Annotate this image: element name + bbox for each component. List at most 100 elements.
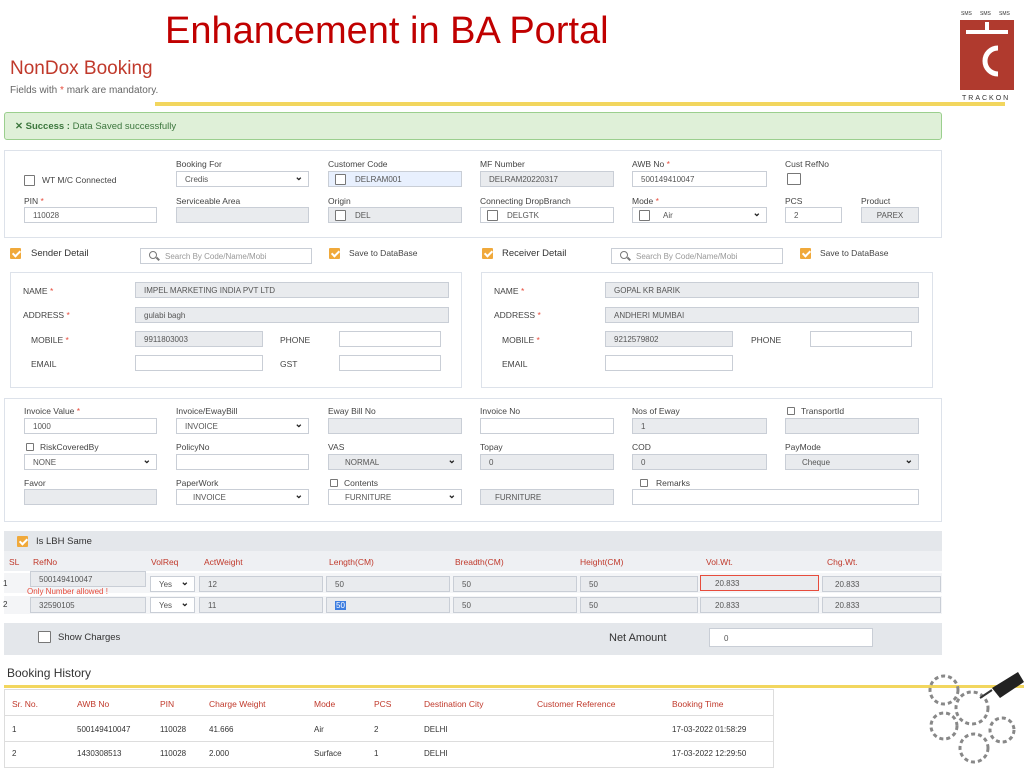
- form-title: NonDox Booking: [10, 58, 153, 79]
- booking-for-select[interactable]: Credis ⌄: [176, 171, 309, 187]
- receiver-phone-field[interactable]: [810, 331, 912, 347]
- paymode-select[interactable]: Cheque ⌄: [785, 454, 919, 470]
- topay-field[interactable]: 0: [480, 454, 614, 470]
- contents-select[interactable]: FURNITURE ⌄: [328, 489, 462, 505]
- wt-connected-checkbox[interactable]: [24, 175, 35, 186]
- hist-r1-pcs: 2: [374, 725, 379, 734]
- awb-field[interactable]: 500149410047: [632, 171, 767, 187]
- invoice-value-label: Invoice Value *: [24, 406, 80, 416]
- contents-checkbox[interactable]: [330, 479, 338, 487]
- risk-select[interactable]: NONE ⌄: [24, 454, 157, 470]
- sender-address-field[interactable]: gulabi bagh: [135, 307, 449, 323]
- row2-length-field[interactable]: 50: [326, 597, 450, 613]
- sender-save-db-checkbox[interactable]: [329, 248, 340, 259]
- col-length: Length(CM): [329, 557, 374, 567]
- mf-number-field[interactable]: DELRAM20220317: [480, 171, 614, 187]
- receiver-checkbox[interactable]: [482, 248, 493, 259]
- row2-act-field[interactable]: 11: [199, 597, 323, 613]
- show-charges-checkbox[interactable]: [38, 631, 51, 643]
- eway-no-field[interactable]: [328, 418, 462, 434]
- hist-col-srno: Sr. No.: [12, 699, 38, 709]
- customer-code-checkbox[interactable]: [335, 174, 346, 185]
- row1-ref-field[interactable]: 500149410047: [30, 571, 146, 587]
- mode-select[interactable]: Air ⌄: [632, 207, 767, 223]
- sender-name-field[interactable]: IMPEL MARKETING INDIA PVT LTD: [135, 282, 449, 298]
- row2-chgwt-field[interactable]: 20.833: [822, 597, 941, 613]
- chevron-down-icon: ⌄: [180, 577, 189, 588]
- required-mark: *: [40, 196, 44, 206]
- mode-checkbox[interactable]: [639, 210, 650, 221]
- nos-eway-field[interactable]: 1: [632, 418, 767, 434]
- receiver-mobile-field[interactable]: 9212579802: [605, 331, 733, 347]
- slide-title: Enhancement in BA Portal: [165, 10, 609, 52]
- eway-select[interactable]: INVOICE ⌄: [176, 418, 309, 434]
- receiver-name-label: NAME *: [494, 286, 524, 296]
- row1-height-field[interactable]: 50: [580, 576, 698, 592]
- customer-code-field[interactable]: DELRAM001: [328, 171, 462, 187]
- chevron-down-icon: ⌄: [294, 172, 303, 183]
- receiver-name-label-text: NAME: [494, 286, 519, 296]
- receiver-save-db-checkbox[interactable]: [800, 248, 811, 259]
- net-amount-field[interactable]: 0: [709, 628, 873, 647]
- connecting-checkbox[interactable]: [487, 210, 498, 221]
- row1-act-field[interactable]: 12: [199, 576, 323, 592]
- mf-number-label: MF Number: [480, 159, 525, 169]
- row2-breadth-field[interactable]: 50: [453, 597, 577, 613]
- x-icon[interactable]: ✕: [15, 121, 23, 132]
- row1-volreq-select[interactable]: Yes ⌄: [150, 576, 195, 592]
- transport-field[interactable]: [785, 418, 919, 434]
- receiver-search-input[interactable]: Search By Code/Name/Mobi: [611, 248, 783, 264]
- origin-checkbox[interactable]: [335, 210, 346, 221]
- product-field[interactable]: PAREX: [861, 207, 919, 223]
- row1-chgwt-field[interactable]: 20.833: [822, 576, 941, 592]
- awb-label-text: AWB No: [632, 159, 665, 169]
- row1-length-field[interactable]: 50: [326, 576, 450, 592]
- logo-text-1: SMS: [961, 11, 973, 17]
- row2-ref-field[interactable]: 32590105: [30, 597, 146, 613]
- remarks-field[interactable]: [632, 489, 919, 505]
- risk-checkbox[interactable]: [26, 443, 34, 451]
- row1-volwt-field[interactable]: 20.833: [700, 575, 819, 591]
- cust-ref-checkbox[interactable]: [787, 173, 801, 185]
- hist-r2-pin: 110028: [160, 749, 187, 758]
- cod-field[interactable]: 0: [632, 454, 767, 470]
- sender-phone-field[interactable]: [339, 331, 441, 347]
- hist-col-dest: Destination City: [424, 699, 484, 709]
- lbh-same-checkbox[interactable]: [17, 536, 28, 547]
- policy-field[interactable]: [176, 454, 309, 470]
- remarks-checkbox[interactable]: [640, 479, 648, 487]
- col-volreq: VolReq: [151, 557, 179, 567]
- pin-field[interactable]: 110028: [24, 207, 157, 223]
- receiver-address-field[interactable]: ANDHERI MUMBAI: [605, 307, 919, 323]
- pcs-field[interactable]: 2: [785, 207, 842, 223]
- vas-select[interactable]: NORMAL ⌄: [328, 454, 462, 470]
- paperwork-select[interactable]: INVOICE ⌄: [176, 489, 309, 505]
- transport-checkbox[interactable]: [787, 407, 795, 415]
- required-mark: *: [76, 406, 81, 416]
- serviceable-field[interactable]: [176, 207, 309, 223]
- receiver-name-field[interactable]: GOPAL KR BARIK: [605, 282, 919, 298]
- invoice-value-field[interactable]: 1000: [24, 418, 157, 434]
- sender-email-field[interactable]: [135, 355, 263, 371]
- hist-col-awb: AWB No: [77, 699, 110, 709]
- row2-height-field[interactable]: 50: [580, 597, 698, 613]
- row2-volwt-field[interactable]: 20.833: [700, 597, 819, 613]
- risk-value: NONE: [33, 458, 57, 467]
- favor-field[interactable]: [24, 489, 157, 505]
- contents-text-field[interactable]: FURNITURE: [480, 489, 614, 505]
- sender-checkbox[interactable]: [10, 248, 21, 259]
- row2-volreq-select[interactable]: Yes ⌄: [150, 597, 195, 613]
- hist-r2-awb[interactable]: 1430308513: [77, 749, 122, 758]
- chevron-down-icon: ⌄: [904, 455, 913, 466]
- sender-search-input[interactable]: Search By Code/Name/Mobi: [140, 248, 312, 264]
- receiver-email-field[interactable]: [605, 355, 733, 371]
- row1-breadth-field[interactable]: 50: [453, 576, 577, 592]
- hist-r1-awb[interactable]: 500149410047: [77, 725, 130, 734]
- connecting-field[interactable]: DELGTK: [480, 207, 614, 223]
- row1-volreq-value: Yes: [159, 580, 173, 589]
- trackon-logo: SMS SMS SMS TRACKON: [958, 8, 1016, 102]
- invoice-no-field[interactable]: [480, 418, 614, 434]
- sender-gst-field[interactable]: [339, 355, 441, 371]
- sender-mobile-field[interactable]: 9911803003: [135, 331, 263, 347]
- origin-field[interactable]: DEL: [328, 207, 462, 223]
